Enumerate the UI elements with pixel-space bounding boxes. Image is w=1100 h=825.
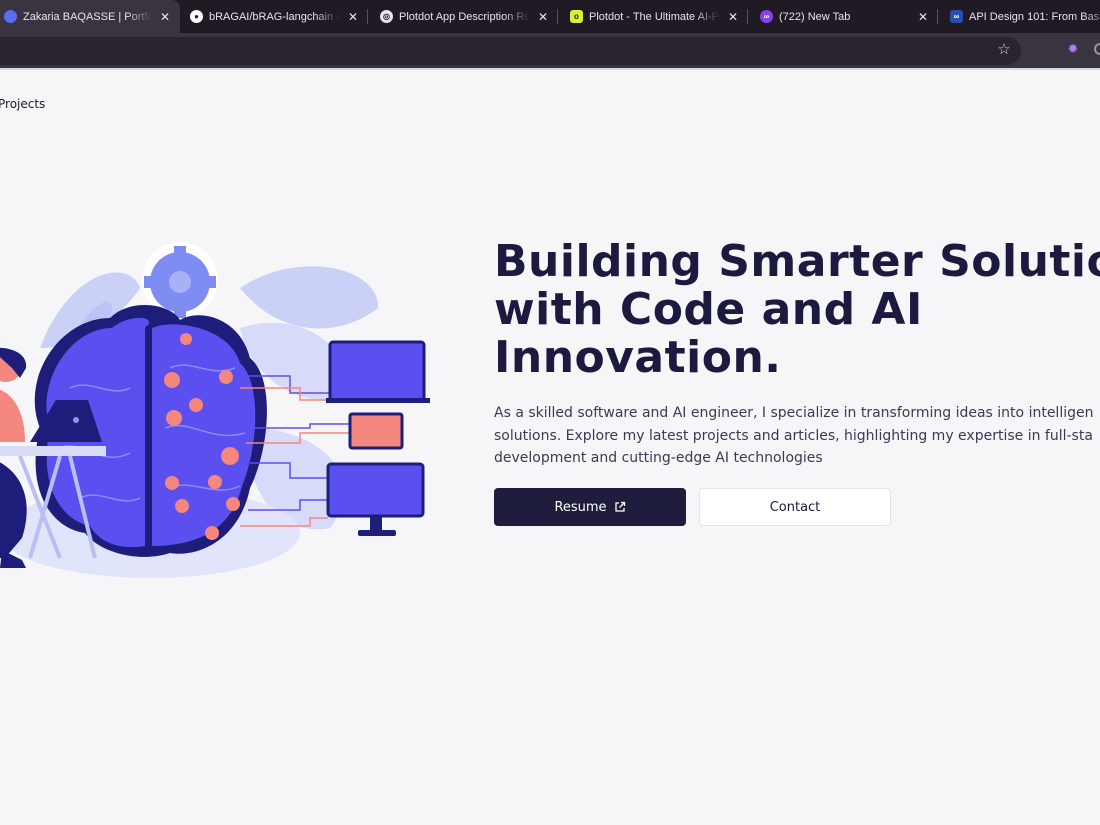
external-link-icon <box>614 501 625 512</box>
description-line: development and cutting-edge AI technolo… <box>494 450 823 466</box>
portfolio-favicon-icon <box>4 10 17 23</box>
tab-title: Plotdot - The Ultimate AI-Po <box>589 10 720 23</box>
address-bar[interactable] <box>0 37 1021 65</box>
contact-button-label: Contact <box>769 499 821 515</box>
browser-toolbar <box>0 33 1100 68</box>
close-icon[interactable]: ✕ <box>536 10 550 24</box>
description-line: solutions. Explore my latest projects an… <box>494 427 1093 444</box>
toolbar-divider <box>0 68 1100 70</box>
contact-button[interactable]: Contact <box>699 488 891 526</box>
tab-github[interactable]: ● bRAGAI/bRAG-langchain at ✕ <box>182 0 368 33</box>
tab-api-design[interactable]: ∞ API Design 101: From Basic <box>942 0 1100 33</box>
bookmark-star-icon[interactable]: ☆ <box>995 41 1013 59</box>
nav-link-projects[interactable]: Projects <box>0 97 45 111</box>
resume-button[interactable]: Resume <box>494 488 686 526</box>
tab-title: Zakaria BAQASSE | Portfolio <box>23 10 152 23</box>
headline-line: with Code and AI <box>494 284 923 335</box>
tab-plotdot-description[interactable]: ◎ Plotdot App Description Rev ✕ <box>372 0 558 33</box>
github-icon: ● <box>190 10 203 23</box>
newtab-icon: ∞ <box>760 10 773 23</box>
tab-title: bRAGAI/bRAG-langchain at <box>209 10 340 23</box>
tab-title: API Design 101: From Basic <box>969 10 1100 23</box>
profile-icon[interactable] <box>1094 43 1100 55</box>
close-icon[interactable]: ✕ <box>916 10 930 24</box>
hero-headline: Building Smarter Solutio with Code and A… <box>494 238 1100 382</box>
tab-title: Plotdot App Description Rev <box>399 10 530 23</box>
tab-plotdot[interactable]: o Plotdot - The Ultimate AI-Po ✕ <box>562 0 748 33</box>
openai-icon: ◎ <box>380 10 393 23</box>
close-icon[interactable]: ✕ <box>158 10 172 24</box>
extension-icon[interactable]: ✹ <box>1066 42 1080 56</box>
tab-title: (722) New Tab <box>779 10 851 23</box>
browser-tab-strip: Zakaria BAQASSE | Portfolio ✕ ● bRAGAI/b… <box>0 0 1100 33</box>
resume-button-label: Resume <box>554 499 607 515</box>
headline-line: Building Smarter Solutio <box>494 236 1100 287</box>
headline-line: Innovation. <box>494 332 782 383</box>
plotdot-icon: o <box>570 10 583 23</box>
ai-brain-illustration <box>0 242 430 578</box>
close-icon[interactable]: ✕ <box>346 10 360 24</box>
description-line: As a skilled software and AI engineer, I… <box>494 405 1094 421</box>
monitor-bottom <box>326 462 425 536</box>
tab-new-tab[interactable]: ∞ (722) New Tab ✕ <box>752 0 938 33</box>
close-icon[interactable]: ✕ <box>726 10 740 24</box>
monitor-middle <box>348 412 404 450</box>
hero-description: As a skilled software and AI engineer, I… <box>494 402 1100 470</box>
tab-portfolio[interactable]: Zakaria BAQASSE | Portfolio ✕ <box>0 0 180 33</box>
api-icon: ∞ <box>950 10 963 23</box>
monitor-top <box>326 340 430 403</box>
